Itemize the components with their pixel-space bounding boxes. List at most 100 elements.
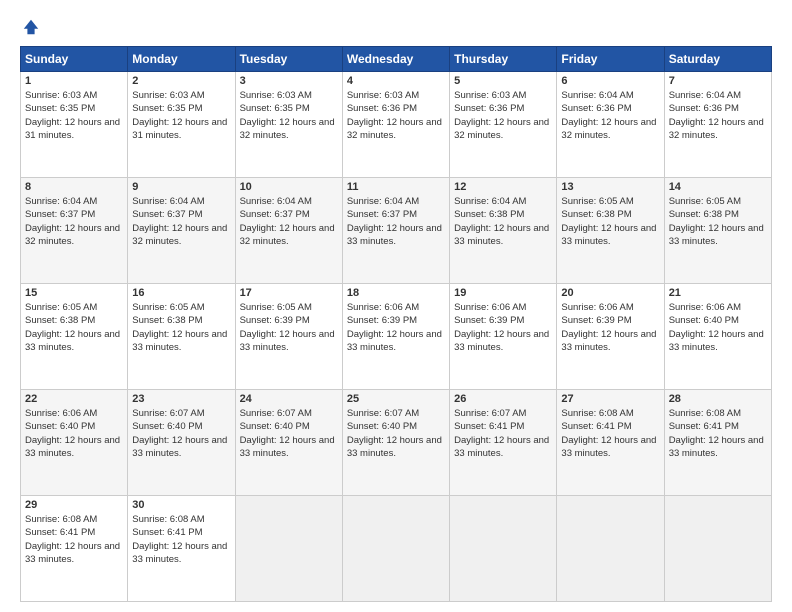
calendar-week-3: 15 Sunrise: 6:05 AMSunset: 6:38 PMDaylig… (21, 284, 772, 390)
calendar-cell: 11 Sunrise: 6:04 AMSunset: 6:37 PMDaylig… (342, 178, 449, 284)
logo-icon (22, 18, 40, 36)
calendar-cell: 9 Sunrise: 6:04 AMSunset: 6:37 PMDayligh… (128, 178, 235, 284)
calendar-cell: 12 Sunrise: 6:04 AMSunset: 6:38 PMDaylig… (450, 178, 557, 284)
day-info: Sunrise: 6:03 AMSunset: 6:35 PMDaylight:… (25, 90, 120, 141)
day-info: Sunrise: 6:06 AMSunset: 6:39 PMDaylight:… (454, 302, 549, 353)
day-info: Sunrise: 6:04 AMSunset: 6:37 PMDaylight:… (347, 196, 442, 247)
page: SundayMondayTuesdayWednesdayThursdayFrid… (0, 0, 792, 612)
calendar-cell: 14 Sunrise: 6:05 AMSunset: 6:38 PMDaylig… (664, 178, 771, 284)
calendar-cell: 10 Sunrise: 6:04 AMSunset: 6:37 PMDaylig… (235, 178, 342, 284)
day-info: Sunrise: 6:03 AMSunset: 6:35 PMDaylight:… (240, 90, 335, 141)
day-number: 24 (240, 393, 338, 405)
calendar: SundayMondayTuesdayWednesdayThursdayFrid… (20, 46, 772, 602)
day-info: Sunrise: 6:08 AMSunset: 6:41 PMDaylight:… (669, 408, 764, 459)
calendar-cell: 28 Sunrise: 6:08 AMSunset: 6:41 PMDaylig… (664, 390, 771, 496)
weekday-header-sunday: Sunday (21, 47, 128, 72)
calendar-cell: 16 Sunrise: 6:05 AMSunset: 6:38 PMDaylig… (128, 284, 235, 390)
calendar-week-5: 29 Sunrise: 6:08 AMSunset: 6:41 PMDaylig… (21, 496, 772, 602)
day-info: Sunrise: 6:04 AMSunset: 6:38 PMDaylight:… (454, 196, 549, 247)
calendar-cell: 23 Sunrise: 6:07 AMSunset: 6:40 PMDaylig… (128, 390, 235, 496)
day-number: 10 (240, 181, 338, 193)
calendar-cell: 15 Sunrise: 6:05 AMSunset: 6:38 PMDaylig… (21, 284, 128, 390)
day-number: 1 (25, 75, 123, 87)
weekday-header-saturday: Saturday (664, 47, 771, 72)
day-number: 17 (240, 287, 338, 299)
calendar-cell: 21 Sunrise: 6:06 AMSunset: 6:40 PMDaylig… (664, 284, 771, 390)
day-number: 21 (669, 287, 767, 299)
day-number: 30 (132, 499, 230, 511)
calendar-cell: 27 Sunrise: 6:08 AMSunset: 6:41 PMDaylig… (557, 390, 664, 496)
calendar-cell: 19 Sunrise: 6:06 AMSunset: 6:39 PMDaylig… (450, 284, 557, 390)
day-number: 4 (347, 75, 445, 87)
calendar-cell: 24 Sunrise: 6:07 AMSunset: 6:40 PMDaylig… (235, 390, 342, 496)
day-info: Sunrise: 6:05 AMSunset: 6:38 PMDaylight:… (561, 196, 656, 247)
day-info: Sunrise: 6:04 AMSunset: 6:37 PMDaylight:… (240, 196, 335, 247)
day-info: Sunrise: 6:04 AMSunset: 6:37 PMDaylight:… (25, 196, 120, 247)
day-info: Sunrise: 6:07 AMSunset: 6:40 PMDaylight:… (132, 408, 227, 459)
day-number: 13 (561, 181, 659, 193)
calendar-cell (557, 496, 664, 602)
day-info: Sunrise: 6:07 AMSunset: 6:41 PMDaylight:… (454, 408, 549, 459)
logo (20, 18, 40, 36)
day-info: Sunrise: 6:04 AMSunset: 6:36 PMDaylight:… (669, 90, 764, 141)
calendar-cell: 17 Sunrise: 6:05 AMSunset: 6:39 PMDaylig… (235, 284, 342, 390)
day-number: 27 (561, 393, 659, 405)
day-number: 16 (132, 287, 230, 299)
header (20, 18, 772, 36)
day-info: Sunrise: 6:07 AMSunset: 6:40 PMDaylight:… (240, 408, 335, 459)
day-number: 12 (454, 181, 552, 193)
day-info: Sunrise: 6:07 AMSunset: 6:40 PMDaylight:… (347, 408, 442, 459)
weekday-header-wednesday: Wednesday (342, 47, 449, 72)
day-info: Sunrise: 6:05 AMSunset: 6:39 PMDaylight:… (240, 302, 335, 353)
calendar-cell: 7 Sunrise: 6:04 AMSunset: 6:36 PMDayligh… (664, 72, 771, 178)
day-info: Sunrise: 6:04 AMSunset: 6:37 PMDaylight:… (132, 196, 227, 247)
day-info: Sunrise: 6:08 AMSunset: 6:41 PMDaylight:… (561, 408, 656, 459)
day-info: Sunrise: 6:06 AMSunset: 6:40 PMDaylight:… (669, 302, 764, 353)
calendar-cell: 25 Sunrise: 6:07 AMSunset: 6:40 PMDaylig… (342, 390, 449, 496)
day-number: 20 (561, 287, 659, 299)
day-info: Sunrise: 6:06 AMSunset: 6:40 PMDaylight:… (25, 408, 120, 459)
day-number: 26 (454, 393, 552, 405)
calendar-cell: 3 Sunrise: 6:03 AMSunset: 6:35 PMDayligh… (235, 72, 342, 178)
weekday-header-monday: Monday (128, 47, 235, 72)
day-number: 3 (240, 75, 338, 87)
calendar-cell: 6 Sunrise: 6:04 AMSunset: 6:36 PMDayligh… (557, 72, 664, 178)
calendar-cell: 20 Sunrise: 6:06 AMSunset: 6:39 PMDaylig… (557, 284, 664, 390)
day-info: Sunrise: 6:03 AMSunset: 6:35 PMDaylight:… (132, 90, 227, 141)
day-number: 5 (454, 75, 552, 87)
calendar-cell (450, 496, 557, 602)
day-number: 8 (25, 181, 123, 193)
calendar-week-2: 8 Sunrise: 6:04 AMSunset: 6:37 PMDayligh… (21, 178, 772, 284)
calendar-cell: 26 Sunrise: 6:07 AMSunset: 6:41 PMDaylig… (450, 390, 557, 496)
day-number: 14 (669, 181, 767, 193)
day-number: 29 (25, 499, 123, 511)
calendar-cell: 18 Sunrise: 6:06 AMSunset: 6:39 PMDaylig… (342, 284, 449, 390)
day-info: Sunrise: 6:03 AMSunset: 6:36 PMDaylight:… (347, 90, 442, 141)
day-info: Sunrise: 6:05 AMSunset: 6:38 PMDaylight:… (669, 196, 764, 247)
weekday-header-friday: Friday (557, 47, 664, 72)
day-info: Sunrise: 6:05 AMSunset: 6:38 PMDaylight:… (25, 302, 120, 353)
day-number: 9 (132, 181, 230, 193)
calendar-cell: 8 Sunrise: 6:04 AMSunset: 6:37 PMDayligh… (21, 178, 128, 284)
day-number: 19 (454, 287, 552, 299)
weekday-header-thursday: Thursday (450, 47, 557, 72)
day-number: 6 (561, 75, 659, 87)
calendar-cell (342, 496, 449, 602)
calendar-cell: 2 Sunrise: 6:03 AMSunset: 6:35 PMDayligh… (128, 72, 235, 178)
day-info: Sunrise: 6:05 AMSunset: 6:38 PMDaylight:… (132, 302, 227, 353)
day-info: Sunrise: 6:04 AMSunset: 6:36 PMDaylight:… (561, 90, 656, 141)
calendar-week-1: 1 Sunrise: 6:03 AMSunset: 6:35 PMDayligh… (21, 72, 772, 178)
day-number: 23 (132, 393, 230, 405)
day-number: 15 (25, 287, 123, 299)
calendar-cell: 30 Sunrise: 6:08 AMSunset: 6:41 PMDaylig… (128, 496, 235, 602)
calendar-cell: 1 Sunrise: 6:03 AMSunset: 6:35 PMDayligh… (21, 72, 128, 178)
calendar-cell: 29 Sunrise: 6:08 AMSunset: 6:41 PMDaylig… (21, 496, 128, 602)
calendar-cell (235, 496, 342, 602)
calendar-week-4: 22 Sunrise: 6:06 AMSunset: 6:40 PMDaylig… (21, 390, 772, 496)
day-info: Sunrise: 6:03 AMSunset: 6:36 PMDaylight:… (454, 90, 549, 141)
day-number: 2 (132, 75, 230, 87)
weekday-header-tuesday: Tuesday (235, 47, 342, 72)
day-number: 7 (669, 75, 767, 87)
day-number: 18 (347, 287, 445, 299)
calendar-cell: 5 Sunrise: 6:03 AMSunset: 6:36 PMDayligh… (450, 72, 557, 178)
